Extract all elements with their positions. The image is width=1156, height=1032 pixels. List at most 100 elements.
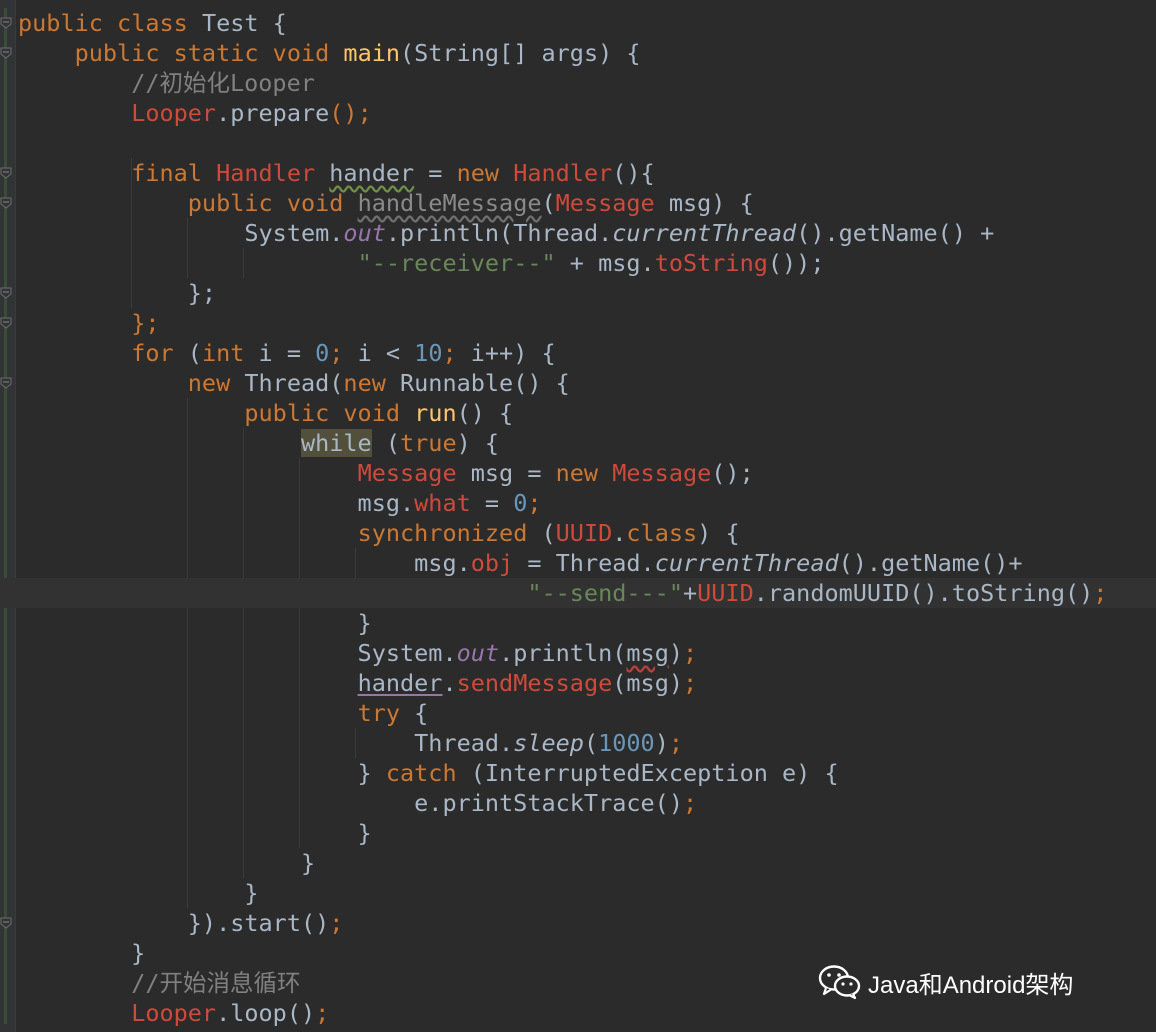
code-token: synchronized [357, 519, 542, 547]
code-token: Test { [201, 9, 287, 37]
code-token: ( [371, 429, 401, 457]
code-line[interactable] [0, 128, 1156, 158]
code-line[interactable]: Looper.prepare(); [0, 98, 1156, 128]
code-token: { [414, 699, 429, 727]
code-token: msg = [470, 459, 556, 487]
code-line[interactable]: }; [0, 278, 1156, 308]
code-line[interactable]: } catch (InterruptedException e) { [0, 758, 1156, 788]
code-line[interactable]: public class Test { [0, 8, 1156, 38]
code-token: new [187, 369, 245, 397]
code-token: msg) { [654, 189, 754, 217]
code-token: (); [329, 99, 372, 127]
code-token: } [18, 879, 259, 907]
code-token: toString [654, 249, 768, 277]
code-token: ( [541, 189, 556, 217]
code-token: "--send---" [527, 579, 683, 607]
code-token: }; [18, 279, 217, 307]
code-token: (){ [612, 159, 655, 187]
code-token: catch [385, 759, 471, 787]
code-line[interactable]: }).start(); [0, 908, 1156, 938]
code-token: (); [711, 459, 754, 487]
code-token: sleep [513, 729, 584, 757]
code-token: ; [329, 909, 344, 937]
code-token: ().getName()+ [838, 549, 1023, 577]
code-token: msg. [18, 549, 471, 577]
code-token: i = [258, 339, 316, 367]
code-token: (msg) [612, 669, 683, 697]
code-token: = [470, 489, 514, 517]
code-token: Looper [131, 999, 217, 1027]
code-token: } [18, 609, 372, 637]
code-line-current[interactable]: "--send---"+UUID.randomUUID().toString()… [0, 578, 1156, 608]
code-token: Message [612, 459, 712, 487]
code-line[interactable]: } [0, 818, 1156, 848]
code-token: (InterruptedException e) { [470, 759, 839, 787]
code-token: Message [357, 459, 471, 487]
code-line[interactable]: "--receiver--" + msg.toString()); [0, 248, 1156, 278]
code-token: ; [315, 999, 330, 1027]
code-token: 1000 [598, 729, 655, 757]
code-line[interactable]: msg.obj = Thread.currentThread().getName… [0, 548, 1156, 578]
code-token: obj [470, 549, 514, 577]
code-line[interactable]: System.out.println(msg); [0, 638, 1156, 668]
code-token: new [555, 459, 613, 487]
code-token: } [18, 759, 386, 787]
code-token: public static void [74, 39, 344, 67]
code-token: Thread( [244, 369, 344, 397]
code-line[interactable]: e.printStackTrace(); [0, 788, 1156, 818]
code-line[interactable]: System.out.println(Thread.currentThread(… [0, 218, 1156, 248]
code-line[interactable]: public void run() { [0, 398, 1156, 428]
code-token: out [456, 639, 500, 667]
code-line[interactable]: final Handler hander = new Handler(){ [0, 158, 1156, 188]
code-line[interactable]: } [0, 608, 1156, 638]
code-token: int [201, 339, 259, 367]
code-line[interactable]: synchronized (UUID.class) { [0, 518, 1156, 548]
code-token: while [300, 429, 372, 457]
code-editor[interactable]: public class Test { public static void m… [0, 0, 1156, 1032]
code-line[interactable]: for (int i = 0; i < 10; i++) { [0, 338, 1156, 368]
code-token: public void [244, 399, 415, 427]
code-line[interactable]: Thread.sleep(1000); [0, 728, 1156, 758]
code-token: + [682, 579, 698, 607]
code-token: () { [456, 399, 514, 427]
code-token: what [414, 489, 471, 517]
code-token: public [18, 9, 118, 37]
code-line[interactable]: msg.what = 0; [0, 488, 1156, 518]
code-token: e.printStackTrace() [18, 789, 683, 817]
code-area[interactable]: public class Test { public static void m… [0, 0, 1156, 1032]
code-token: public void [187, 189, 358, 217]
code-line[interactable]: new Thread(new Runnable() { [0, 368, 1156, 398]
code-token: ( [583, 729, 599, 757]
code-token: System. [18, 639, 457, 667]
code-line[interactable]: Looper.loop(); [0, 998, 1156, 1028]
code-token: ; [683, 669, 698, 697]
code-line[interactable]: try { [0, 698, 1156, 728]
code-line[interactable]: Message msg = new Message(); [0, 458, 1156, 488]
code-line[interactable]: public void handleMessage(Message msg) { [0, 188, 1156, 218]
code-line[interactable]: }; [0, 308, 1156, 338]
code-line[interactable]: //初始化Looper [0, 68, 1156, 98]
code-token: ; [442, 339, 471, 367]
code-line[interactable]: hander.sendMessage(msg); [0, 668, 1156, 698]
code-token: ; [682, 789, 698, 817]
code-token: final [131, 159, 217, 187]
code-token: Looper [131, 99, 217, 127]
code-token: Handler [513, 159, 613, 187]
code-token: //开始消息循环 [131, 969, 301, 997]
code-line[interactable]: while (true) { [0, 428, 1156, 458]
code-token: .randomUUID().toString() [753, 579, 1094, 607]
code-line[interactable]: } [0, 878, 1156, 908]
code-token: System. [18, 219, 344, 247]
code-line[interactable]: public static void main(String[] args) { [0, 38, 1156, 68]
code-token: UUID [697, 579, 754, 607]
code-line[interactable]: } [0, 848, 1156, 878]
